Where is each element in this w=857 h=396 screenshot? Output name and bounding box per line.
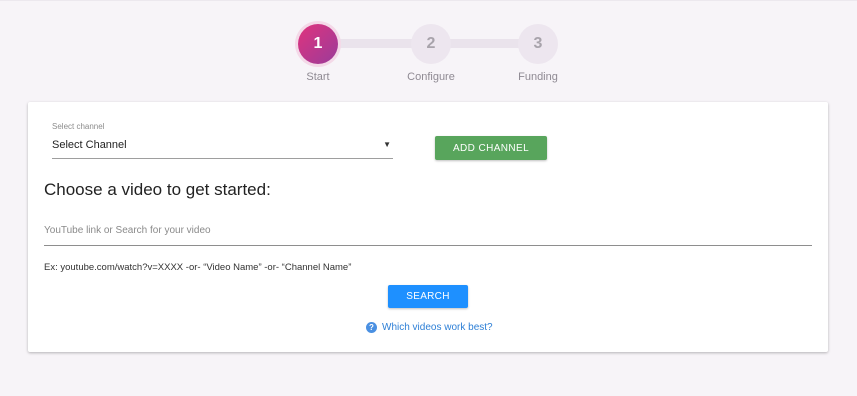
step-2-label: Configure [407,71,455,83]
help-link-text[interactable]: Which videos work best? [382,322,493,333]
channel-select-label: Select channel [52,122,105,131]
page-heading: Choose a video to get started: [44,180,271,199]
progress-stepper: 1 Start 2 Configure 3 Funding [0,0,857,100]
video-search-field [44,220,812,246]
add-channel-button[interactable]: ADD CHANNEL [435,136,547,160]
step-3-circle[interactable]: 3 [518,24,558,64]
step-3-label: Funding [518,71,558,83]
video-search-input[interactable] [44,221,812,240]
channel-select-value: Select Channel [52,139,127,151]
help-link[interactable]: ? Which videos work best? [366,322,493,333]
channel-select[interactable]: Select Channel ▼ [52,135,393,159]
search-button[interactable]: SEARCH [388,285,468,308]
step-1-label: Start [306,71,330,83]
question-icon: ? [366,322,377,333]
step-1-circle[interactable]: 1 [298,24,338,64]
search-hint: Ex: youtube.com/watch?v=XXXX -or- “Video… [44,262,352,273]
step-2-circle[interactable]: 2 [411,24,451,64]
video-selection-card: Select channel Select Channel ▼ ADD CHAN… [28,102,828,352]
dropdown-caret-icon: ▼ [383,140,391,149]
